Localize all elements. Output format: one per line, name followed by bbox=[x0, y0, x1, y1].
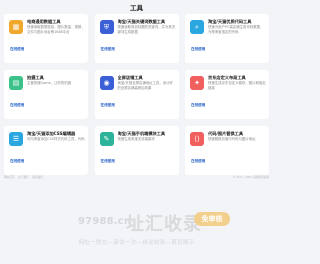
watermark-domain: 97988.cn bbox=[78, 216, 132, 227]
tool-description: 快速为用户PC端店铺生成代码数据，为帮淘宝指定的代码 bbox=[208, 25, 264, 34]
tool-description: 主营快速Game，让你的拍摄 bbox=[27, 81, 71, 85]
use-online-link[interactable]: 在线使用 bbox=[101, 47, 115, 52]
tool-description: 快速生成淘宝无线端模块 bbox=[117, 137, 155, 141]
watermark-badge: 免审核 bbox=[194, 212, 230, 226]
tool-card[interactable]: ✎ 淘宝/天猫手机端模块工具 快速生成淘宝无线端模块 在线使用 bbox=[94, 126, 179, 175]
tool-card[interactable]: ☰ 淘宝/天猫添加CSS编辑器 可向淘宝添加CSS样式代码工具，代码 在线使用 bbox=[4, 126, 88, 175]
tool-card[interactable]: ⌕ 淘宝/天猫优质代码工具 快速为用户PC端店铺生成代码数据，为帮淘宝指定的代码 在线… bbox=[185, 14, 269, 63]
code-icon: ⟨⟩ bbox=[190, 132, 204, 146]
tool-card[interactable]: ▦ 电商通用数据工具 快速读取数据信息，图片数量，视频，文件与图片地址等1688平台… bbox=[4, 14, 88, 63]
use-online-link[interactable]: 在线使用 bbox=[101, 159, 115, 164]
copyright: © 2017 - 2024 ·保留所有权利 bbox=[232, 175, 269, 179]
tool-description: 快速读取数据信息，图片数量，视频，文件与图片地址等1688平台 bbox=[27, 25, 85, 34]
footer-link[interactable]: 关于我们 bbox=[18, 176, 28, 179]
watermark-logo: 址汇收录 bbox=[126, 214, 202, 235]
tool-description: 可向淘宝添加CSS样式代码工具，代码 bbox=[27, 137, 85, 141]
page-title: 工具 bbox=[130, 4, 143, 12]
tool-card[interactable]: ▤ 拍摄工具 主营快速Game，让你的拍摄 在线使用 bbox=[4, 70, 88, 119]
footer-link[interactable]: 网站首页 bbox=[4, 176, 14, 179]
use-online-link[interactable]: 在线使用 bbox=[10, 159, 24, 164]
footer-link[interactable]: 联系我们 bbox=[32, 176, 42, 179]
list-icon: ☰ bbox=[9, 132, 23, 146]
use-online-link[interactable]: 在线使用 bbox=[10, 47, 24, 52]
watermark-slogan: 网址一提交—请访一次—自动收录—首页展示 bbox=[78, 240, 195, 246]
tool-card[interactable]: ⛨ 淘宝/天猫关键词数据工具 快速读取商品标题的关键词，并为其关键词生成数据 在线使用 bbox=[94, 14, 179, 63]
grid-icon: ▦ bbox=[9, 20, 23, 34]
use-online-link[interactable]: 在线使用 bbox=[191, 47, 205, 52]
watermark: 97988.cn 址汇收录 免审核 网址一提交—请访一次—自动收录—首页展示 bbox=[0, 200, 273, 246]
tool-description: 快速读取商品标题的关键词，并为其关键词生成数据 bbox=[117, 25, 176, 34]
tool-grid: ▦ 电商通用数据工具 快速读取数据信息，图片数量，视频，文件与图片地址等1688平台… bbox=[4, 14, 269, 175]
tools-page: 工具 ▦ 电商通用数据工具 快速读取数据信息，图片数量，视频，文件与图片地址等168… bbox=[0, 0, 273, 264]
tool-description: 淘宝/天猫全屏店铺地址工具，设计好的全屏店铺装修后效果 bbox=[117, 81, 173, 90]
bag-icon: ✎ bbox=[99, 132, 114, 146]
tool-card[interactable]: ⟨⟩ 代码/图片替换工具 快速替换页面中代码与图片地址 在线使用 bbox=[185, 126, 269, 175]
tool-card[interactable]: ◉ 全屏店铺工具 淘宝/天猫全屏店铺地址工具，设计好的全屏店铺装修后效果 在线使用 bbox=[94, 70, 179, 119]
tool-card[interactable]: ✦ 京东店定义布局工具 快速生成京东自定义模块，图片和指定链接 在线使用 bbox=[185, 70, 269, 119]
gift-icon: ✦ bbox=[190, 76, 204, 90]
use-online-link[interactable]: 在线使用 bbox=[191, 103, 205, 108]
tool-description: 快速生成京东自定义模块，图片和指定链接 bbox=[208, 81, 266, 90]
use-online-link[interactable]: 在线使用 bbox=[10, 103, 24, 108]
footer: 网站首页 关于我们 联系我们 © 2017 - 2024 ·保留所有权利 bbox=[4, 173, 269, 180]
footer-links: 网站首页 关于我们 联系我们 bbox=[4, 175, 46, 179]
chart-icon: ▤ bbox=[9, 76, 23, 90]
search-icon: ⌕ bbox=[190, 20, 204, 34]
tool-description: 快速替换页面中代码与图片地址 bbox=[208, 137, 256, 141]
person-icon: ◉ bbox=[99, 76, 114, 90]
use-online-link[interactable]: 在线使用 bbox=[101, 103, 115, 108]
use-online-link[interactable]: 在线使用 bbox=[191, 159, 205, 164]
shield-icon: ⛨ bbox=[99, 20, 114, 34]
